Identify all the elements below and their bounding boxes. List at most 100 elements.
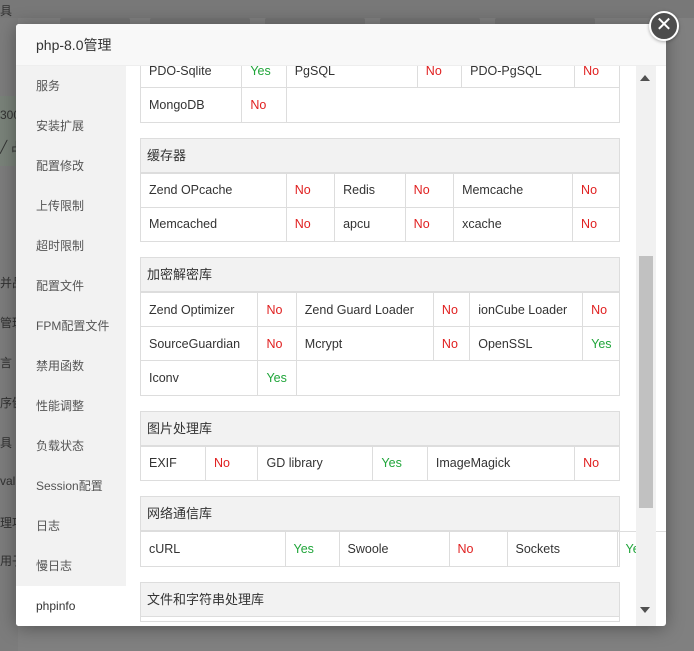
extension-status: No [449, 531, 508, 566]
sidebar-item-label: 安装扩展 [36, 119, 85, 133]
extension-name: GD library [257, 445, 374, 480]
extension-status: No [405, 206, 455, 241]
sidebar-item-label: phpinfo [36, 599, 76, 613]
dialog-sidebar: 服务安装扩展配置修改上传限制超时限制配置文件 FPM配置文件 禁用函数性能调整负载状… [16, 66, 126, 626]
sidebar-item-label: FPM配置文件 [36, 319, 110, 333]
sidebar-item[interactable]: 日志 [16, 506, 126, 546]
scrollbar-thumb[interactable] [639, 256, 653, 508]
sidebar-item[interactable]: 服务 [16, 66, 126, 106]
extension-name: Mcrypt [296, 326, 434, 361]
sidebar-item[interactable]: phpinfo [16, 586, 126, 626]
sidebar-item-label: Session配置 [36, 479, 103, 493]
sidebar-item[interactable]: FPM配置文件 [16, 306, 126, 346]
dialog-title: php-8.0管理 [36, 37, 112, 53]
extension-name: PDO-PgSQL [461, 66, 576, 88]
extension-status: No [572, 206, 619, 241]
extension-name: PgSQL [286, 66, 418, 88]
extension-name: ImageMagick [427, 445, 576, 480]
empty-cell [286, 87, 619, 122]
section-title: 文件和字符串处理库 [141, 582, 619, 617]
sidebar-item-label: 服务 [36, 79, 61, 93]
extension-status: No [572, 172, 619, 207]
extension-status: Yes [372, 445, 428, 480]
extension-status: Yes [257, 360, 297, 395]
section-title: 缓存器 [141, 138, 619, 173]
extension-status: No [405, 172, 455, 207]
sidebar-item[interactable]: 负载状态 [16, 426, 126, 466]
sidebar-item-label: 慢日志 [36, 559, 73, 573]
extension-name: OpenSSL [469, 326, 584, 361]
sidebar-item-label: 配置文件 [36, 279, 85, 293]
close-icon: ✕ [655, 14, 673, 36]
extension-content[interactable]: PDO-Sqlite Yes PgSQL No PDO-PgSQL No MongoDB No… [126, 66, 666, 626]
sidebar-item[interactable]: 慢日志 [16, 546, 126, 586]
extension-row: Zend Optimizer No Zend Guard Loader No ionCu… [141, 292, 619, 327]
extension-status: No [205, 445, 259, 480]
sidebar-item[interactable]: 安装扩展 [16, 106, 126, 146]
extension-name: Zend Guard Loader [296, 292, 434, 327]
extension-section: 加密解密库 Zend Optimizer No Zend Guard Loader No… [140, 257, 620, 396]
extension-row: MongoDB No [141, 87, 619, 122]
empty-cell [296, 360, 619, 395]
content-scrollbar[interactable] [636, 66, 656, 626]
extension-name: Memcache [453, 172, 574, 207]
extension-status: Yes [285, 531, 340, 566]
dialog-header: php-8.0管理 [16, 24, 666, 66]
sidebar-item-label: 性能调整 [36, 399, 85, 413]
sidebar-item[interactable]: Session配置 [16, 466, 126, 506]
extension-status: No [241, 87, 287, 122]
section-title: 网络通信库 [141, 497, 619, 531]
section-title: 图片处理库 [141, 411, 619, 446]
extension-sections: PDO-Sqlite Yes PgSQL No PDO-PgSQL No MongoDB No… [140, 66, 666, 626]
extension-section: 网络通信库cURLYesSwooleNoSocketsYes [140, 496, 666, 567]
extension-row: cURLYesSwooleNoSocketsYes [141, 531, 666, 566]
extension-status: No [417, 66, 463, 88]
extension-name: Memcached [141, 206, 287, 241]
extension-name: ionCube Loader [469, 292, 584, 327]
extension-status: No [433, 292, 471, 327]
extension-status: Yes [582, 326, 619, 361]
extension-status: No [286, 206, 336, 241]
sidebar-item[interactable]: 上传限制 [16, 186, 126, 226]
extension-name: cURL [141, 531, 286, 566]
sidebar-item-label: 禁用函数 [36, 359, 85, 373]
sidebar-item[interactable]: 禁用函数 [16, 346, 126, 386]
scroll-down-arrow-icon[interactable] [640, 607, 650, 613]
extension-status: No [257, 292, 297, 327]
extension-name: PDO-Sqlite [141, 66, 243, 88]
extension-row: EXIF No GD library Yes ImageMagick No [141, 445, 619, 480]
extension-name: Iconv [141, 360, 259, 395]
sidebar-item[interactable]: 超时限制 [16, 226, 126, 266]
extension-status: No [574, 66, 619, 88]
extension-row: Zend OPcache No Redis No Memcache No [141, 172, 619, 207]
extension-status: No [574, 445, 619, 480]
extension-name: Sockets [507, 531, 618, 566]
extension-name: Zend OPcache [141, 172, 287, 207]
extension-row: Memcached No apcu No xcache No [141, 206, 619, 241]
extension-status: Yes [241, 66, 287, 88]
extension-row: PDO-Sqlite Yes PgSQL No PDO-PgSQL No [141, 66, 619, 88]
extension-row: Iconv Yes [141, 360, 619, 395]
sidebar-item-label: 超时限制 [36, 239, 85, 253]
extension-name: Swoole [339, 531, 450, 566]
extension-status: No [433, 326, 471, 361]
extension-section: 缓存器 Zend OPcache No Redis No Memcache No Memcac… [140, 137, 620, 242]
extension-status: No [257, 326, 297, 361]
extension-section: PDO-Sqlite Yes PgSQL No PDO-PgSQL No MongoDB No [140, 66, 620, 123]
scroll-up-arrow-icon[interactable] [640, 75, 650, 81]
extension-name: apcu [334, 206, 406, 241]
extension-section: 文件和字符串处理库 [140, 581, 620, 622]
sidebar-item[interactable]: 性能调整 [16, 386, 126, 426]
close-dialog-button[interactable]: ✕ [649, 11, 679, 41]
sidebar-item[interactable]: 配置文件 [16, 266, 126, 306]
sidebar-item-label: 负载状态 [36, 439, 85, 453]
sidebar-item[interactable]: 配置修改 [16, 146, 126, 186]
extension-status: No [286, 172, 336, 207]
php-manage-dialog: php-8.0管理 服务安装扩展配置修改上传限制超时限制配置文件 FPM配置文件禁… [16, 24, 666, 626]
sidebar-item-label: 配置修改 [36, 159, 85, 173]
extension-name: Redis [334, 172, 406, 207]
sidebar-item-label: 日志 [36, 519, 61, 533]
extension-status: No [582, 292, 619, 327]
extension-name: EXIF [141, 445, 207, 480]
sidebar-item-label: 上传限制 [36, 199, 85, 213]
